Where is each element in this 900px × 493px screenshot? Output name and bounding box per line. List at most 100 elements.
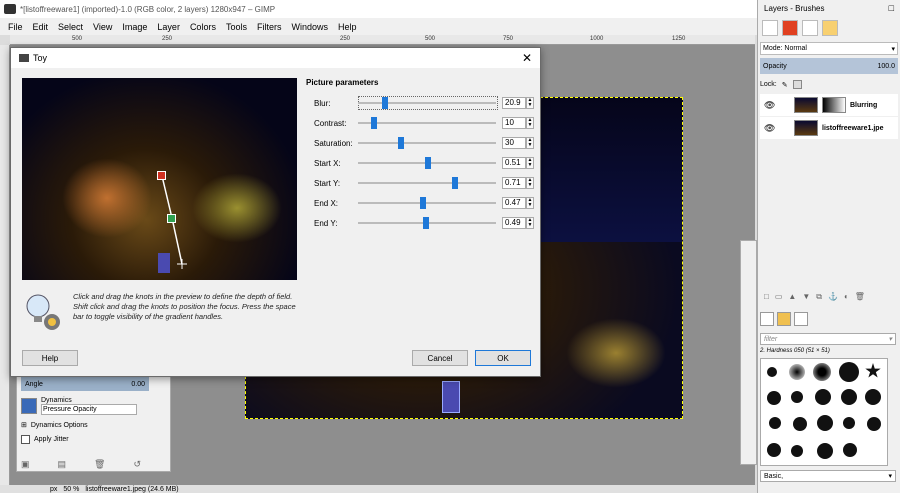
- contrast-value-input[interactable]: 10: [502, 117, 526, 129]
- cancel-button[interactable]: Cancel: [412, 350, 468, 366]
- start-knot-handle[interactable]: [157, 171, 166, 180]
- unit-select[interactable]: px: [50, 486, 57, 493]
- visibility-eye-icon[interactable]: 👁: [764, 123, 775, 134]
- dynamics-select[interactable]: Pressure Opacity: [41, 404, 137, 415]
- brush-swatch[interactable]: [813, 363, 831, 381]
- brush-swatch[interactable]: [841, 389, 857, 405]
- menu-colors[interactable]: Colors: [185, 22, 221, 32]
- preview-image[interactable]: [22, 78, 297, 280]
- anchor-layer-icon[interactable]: ⚓: [828, 292, 838, 304]
- new-group-icon[interactable]: ▭: [775, 292, 783, 304]
- dynamics-options-label[interactable]: Dynamics Options: [31, 422, 88, 429]
- blur-slider[interactable]: [358, 97, 496, 109]
- brush-swatch[interactable]: [843, 443, 857, 457]
- brush-swatch[interactable]: [839, 362, 859, 382]
- menu-view[interactable]: View: [88, 22, 117, 32]
- saturation-value-input[interactable]: 30: [502, 137, 526, 149]
- menu-image[interactable]: Image: [117, 22, 152, 32]
- help-button[interactable]: Help: [22, 350, 78, 366]
- spin-button[interactable]: ▲ ▼: [526, 197, 534, 209]
- menu-filters[interactable]: Filters: [252, 22, 287, 32]
- brush-swatch[interactable]: [789, 364, 805, 380]
- layer-name[interactable]: Blurring: [850, 102, 877, 109]
- vertical-ruler[interactable]: [0, 45, 10, 485]
- menu-layer[interactable]: Layer: [152, 22, 185, 32]
- tab-brushes-icon[interactable]: [760, 312, 774, 326]
- brush-swatch[interactable]: [791, 391, 803, 403]
- layer-row[interactable]: 👁 listoffreeware1.jpe: [760, 117, 898, 139]
- brush-swatch[interactable]: [867, 417, 881, 431]
- duplicate-layer-icon[interactable]: ⧉: [816, 292, 822, 304]
- brush-swatch[interactable]: [791, 445, 803, 457]
- start-y-slider[interactable]: [358, 177, 496, 189]
- close-icon[interactable]: ✕: [522, 51, 532, 65]
- close-icon[interactable]: □: [889, 3, 894, 13]
- slider-thumb[interactable]: [371, 117, 378, 129]
- zoom-select[interactable]: 50 %: [63, 486, 79, 493]
- brush-swatch[interactable]: [769, 417, 781, 429]
- mode-select[interactable]: Mode: Normal ▾: [760, 42, 898, 55]
- brush-swatch[interactable]: [865, 363, 881, 378]
- opacity-slider[interactable]: Opacity 100.0: [760, 58, 898, 74]
- layer-row[interactable]: 👁 Blurring: [760, 94, 898, 116]
- end-x-slider[interactable]: [358, 197, 496, 209]
- contrast-slider[interactable]: [358, 117, 496, 129]
- end-x-value-input[interactable]: 0.47: [502, 197, 526, 209]
- brush-swatch[interactable]: [815, 389, 831, 405]
- slider-thumb[interactable]: [425, 157, 432, 169]
- lock-alpha-icon[interactable]: [792, 80, 802, 89]
- start-x-value-input[interactable]: 0.51: [502, 157, 526, 169]
- tab-undo-icon[interactable]: [822, 20, 838, 36]
- spin-button[interactable]: ▲ ▼: [526, 217, 534, 229]
- new-layer-icon[interactable]: □: [764, 292, 769, 304]
- blur-value-input[interactable]: 20.9: [502, 97, 526, 109]
- lock-pixels-icon[interactable]: ✎: [782, 81, 788, 89]
- spin-button[interactable]: ▲ ▼: [526, 97, 534, 109]
- menu-tools[interactable]: Tools: [221, 22, 252, 32]
- end-knot-handle[interactable]: [167, 214, 176, 223]
- slider-thumb[interactable]: [381, 97, 388, 109]
- visibility-eye-icon[interactable]: 👁: [764, 100, 775, 111]
- slider-thumb[interactable]: [451, 177, 458, 189]
- tab-patterns-icon[interactable]: [777, 312, 791, 326]
- mask-layer-icon[interactable]: ◐: [844, 292, 849, 304]
- menu-help[interactable]: Help: [333, 22, 362, 32]
- spin-button[interactable]: ▲ ▼: [526, 177, 534, 189]
- apply-jitter-checkbox[interactable]: [21, 435, 30, 444]
- brush-swatch[interactable]: [817, 415, 833, 431]
- delete-layer-icon[interactable]: 🗑: [855, 292, 865, 304]
- brush-swatch[interactable]: [767, 391, 781, 405]
- tab-layers-icon[interactable]: [762, 20, 778, 36]
- brush-swatch[interactable]: [767, 367, 777, 377]
- spin-button[interactable]: ▲ ▼: [526, 117, 534, 129]
- menu-edit[interactable]: Edit: [28, 22, 54, 32]
- angle-field[interactable]: Angle 0.00: [21, 377, 149, 391]
- brush-swatch[interactable]: [767, 443, 781, 457]
- end-y-value-input[interactable]: 0.49: [502, 217, 526, 229]
- spin-button[interactable]: ▲ ▼: [526, 157, 534, 169]
- brush-swatch[interactable]: [865, 389, 881, 405]
- tab-gradients-icon[interactable]: [794, 312, 808, 326]
- layer-name[interactable]: listoffreeware1.jpe: [822, 125, 883, 132]
- start-y-value-input[interactable]: 0.71: [502, 177, 526, 189]
- brush-swatch[interactable]: [817, 443, 833, 459]
- slider-thumb[interactable]: [397, 137, 404, 149]
- brush-filter-input[interactable]: filter ▾: [760, 333, 896, 345]
- brush-grid[interactable]: [760, 358, 888, 466]
- spin-button[interactable]: ▲ ▼: [526, 137, 534, 149]
- start-x-slider[interactable]: [358, 157, 496, 169]
- delete-options-icon[interactable]: 🗑: [94, 459, 105, 470]
- horizontal-ruler[interactable]: 500 250 250 500 750 1000 1250: [10, 35, 755, 45]
- ok-button[interactable]: OK: [475, 350, 531, 366]
- expand-icon[interactable]: ⊞: [21, 421, 27, 429]
- restore-options-icon[interactable]: ▤: [58, 459, 67, 470]
- menu-select[interactable]: Select: [53, 22, 88, 32]
- tab-paths-icon[interactable]: [802, 20, 818, 36]
- saturation-slider[interactable]: [358, 137, 496, 149]
- dynamics-icon[interactable]: [21, 398, 37, 414]
- brush-set-select[interactable]: Basic, ▾: [760, 470, 896, 482]
- menu-file[interactable]: File: [3, 22, 28, 32]
- menu-windows[interactable]: Windows: [286, 22, 333, 32]
- brush-swatch[interactable]: [793, 417, 807, 431]
- tab-channels-icon[interactable]: [782, 20, 798, 36]
